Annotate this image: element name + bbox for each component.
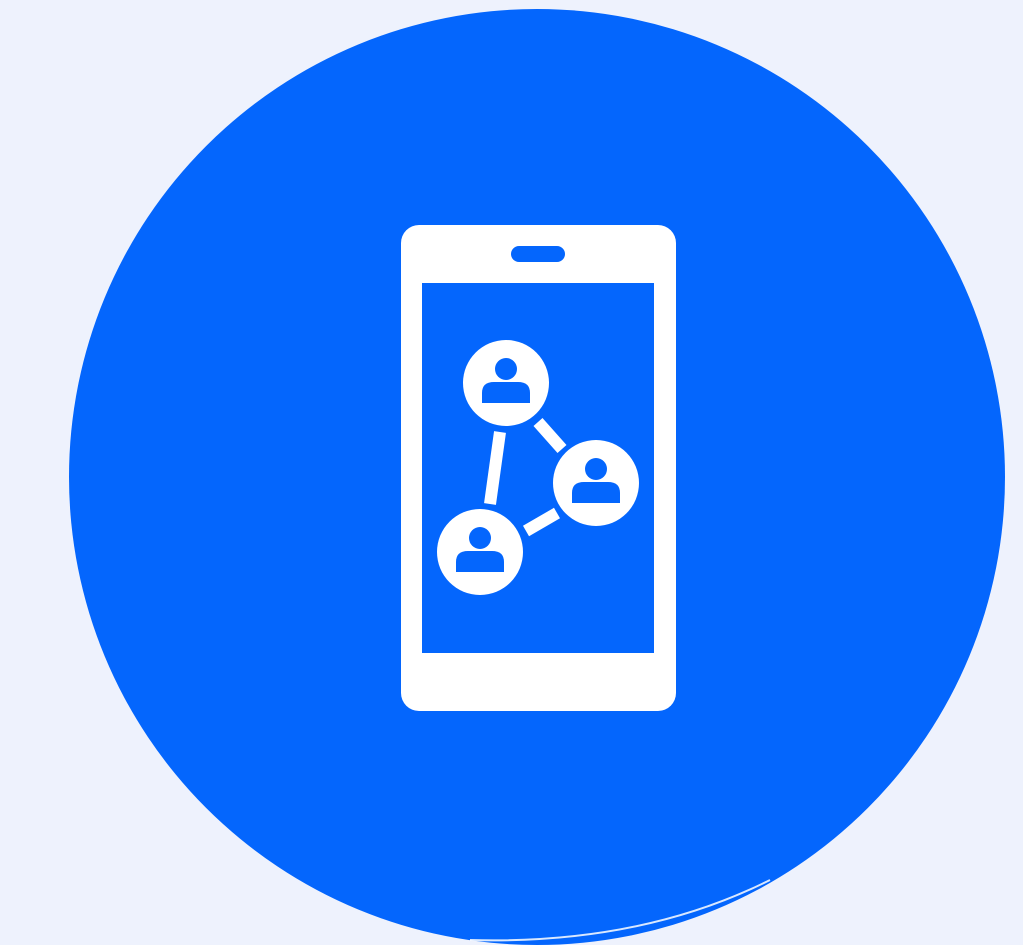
user-body-icon [482, 382, 530, 403]
user-node-right [553, 440, 639, 526]
user-head-icon [585, 458, 607, 480]
user-node-top [463, 340, 549, 426]
icon-canvas [0, 0, 1023, 945]
user-body-icon [572, 482, 620, 503]
user-head-icon [469, 527, 491, 549]
user-node-bottom [437, 509, 523, 595]
user-head-icon [495, 358, 517, 380]
phone-speaker [511, 246, 565, 262]
user-body-icon [456, 551, 504, 572]
mobile-social-network-icon [69, 9, 1005, 945]
